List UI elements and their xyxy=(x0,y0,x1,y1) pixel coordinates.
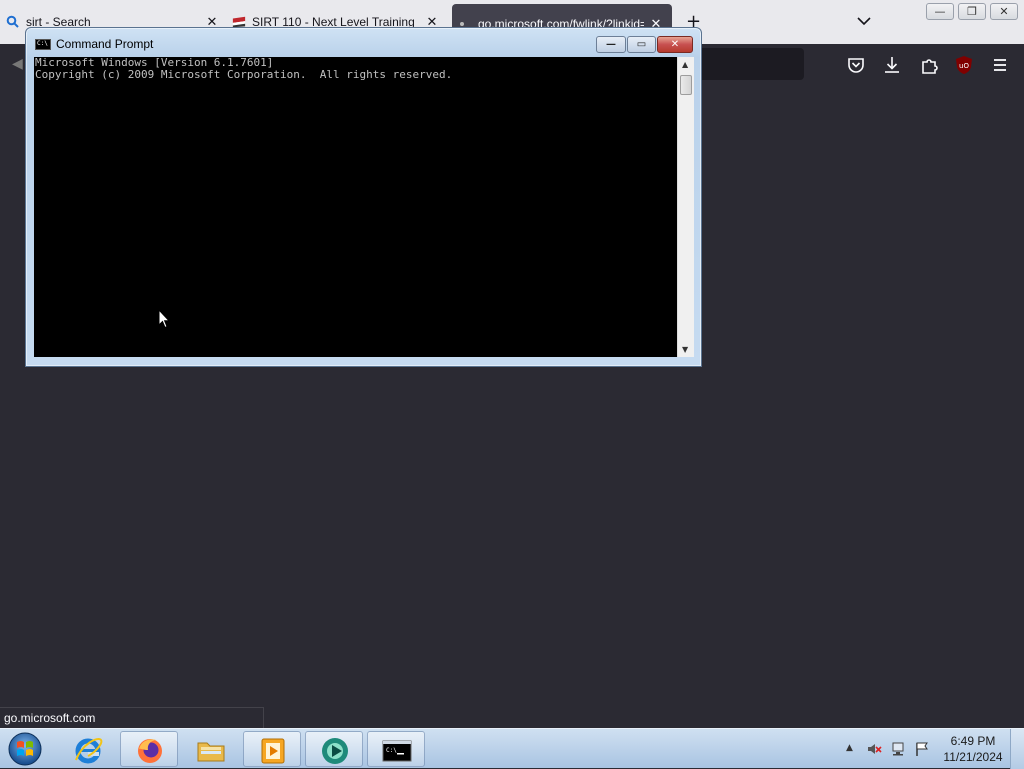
scroll-up-arrow-icon[interactable]: ▲ xyxy=(682,60,688,69)
network-icon[interactable] xyxy=(890,741,906,757)
close-icon: ✕ xyxy=(999,5,1009,18)
close-button[interactable]: ✕ xyxy=(657,36,693,53)
taskbar-greenshot[interactable] xyxy=(305,731,363,767)
start-orb-icon[interactable] xyxy=(5,730,45,768)
command-prompt-titlebar[interactable]: C:\ Command Prompt — ▭ ✕ xyxy=(26,28,701,56)
browser-close-button[interactable]: ✕ xyxy=(990,3,1018,20)
show-desktop-button[interactable] xyxy=(1010,729,1024,769)
clock-time: 6:49 PM xyxy=(950,734,996,748)
pocket-icon[interactable] xyxy=(845,54,867,76)
taskbar-media-player[interactable] xyxy=(243,731,301,767)
console-output[interactable]: Microsoft Windows [Version 6.1.7601] Cop… xyxy=(34,57,677,357)
mouse-cursor-icon xyxy=(158,309,170,329)
taskbar-firefox[interactable] xyxy=(120,731,178,767)
media-player-icon xyxy=(261,738,285,764)
svg-text:C:\: C:\ xyxy=(386,747,397,754)
command-prompt-icon: C:\ xyxy=(382,740,412,762)
download-icon[interactable] xyxy=(881,54,903,76)
maximize-icon: ▭ xyxy=(636,39,647,50)
minimize-icon: — xyxy=(934,5,946,18)
command-prompt-window[interactable]: C:\ Command Prompt — ▭ ✕ Microsoft Windo… xyxy=(25,27,702,367)
search-icon xyxy=(6,15,19,28)
svg-text:uO: uO xyxy=(959,62,969,70)
show-hidden-icons-button[interactable]: ▲ xyxy=(846,743,853,753)
firefox-icon xyxy=(138,739,162,763)
action-center-flag-icon[interactable] xyxy=(914,741,930,757)
chevron-down-icon[interactable] xyxy=(856,14,872,28)
restore-icon: ❐ xyxy=(967,5,977,18)
volume-muted-icon[interactable] xyxy=(866,741,882,757)
hamburger-menu-icon[interactable] xyxy=(989,54,1011,76)
clock-date: 11/21/2024 xyxy=(943,750,1003,764)
close-icon: ✕ xyxy=(670,39,680,50)
taskbar-command-prompt[interactable]: C:\ xyxy=(367,731,425,767)
minimize-icon: — xyxy=(606,39,616,50)
scroll-thumb[interactable] xyxy=(680,75,692,95)
console-line: Copyright (c) 2009 Microsoft Corporation… xyxy=(35,68,453,81)
system-clock[interactable]: 6:49 PM 11/21/2024 xyxy=(940,733,1006,765)
scroll-down-arrow-icon[interactable]: ▼ xyxy=(682,345,688,354)
file-explorer-icon xyxy=(197,742,225,762)
link-status-text: go.microsoft.com xyxy=(0,707,264,729)
taskbar: C:\ ▲ 6:49 PM 11/21/2024 xyxy=(0,728,1024,769)
vertical-scrollbar[interactable]: ▲ ▼ xyxy=(677,57,694,357)
taskbar-internet-explorer[interactable] xyxy=(59,731,117,767)
taskbar-file-explorer[interactable] xyxy=(182,731,240,767)
minimize-button[interactable]: — xyxy=(596,36,626,53)
command-prompt-icon[interactable]: C:\ xyxy=(35,39,51,50)
browser-restore-button[interactable]: ❐ xyxy=(958,3,986,20)
url-bar[interactable] xyxy=(690,48,804,80)
maximize-button[interactable]: ▭ xyxy=(627,36,656,53)
ublock-origin-icon[interactable]: uO xyxy=(953,54,975,76)
browser-minimize-button[interactable]: — xyxy=(926,3,954,20)
back-arrow-icon[interactable]: ◀ xyxy=(12,56,23,72)
extensions-icon[interactable] xyxy=(918,54,940,76)
internet-explorer-icon xyxy=(75,738,103,764)
window-title: Command Prompt xyxy=(56,37,154,51)
greenshot-icon xyxy=(322,738,348,764)
